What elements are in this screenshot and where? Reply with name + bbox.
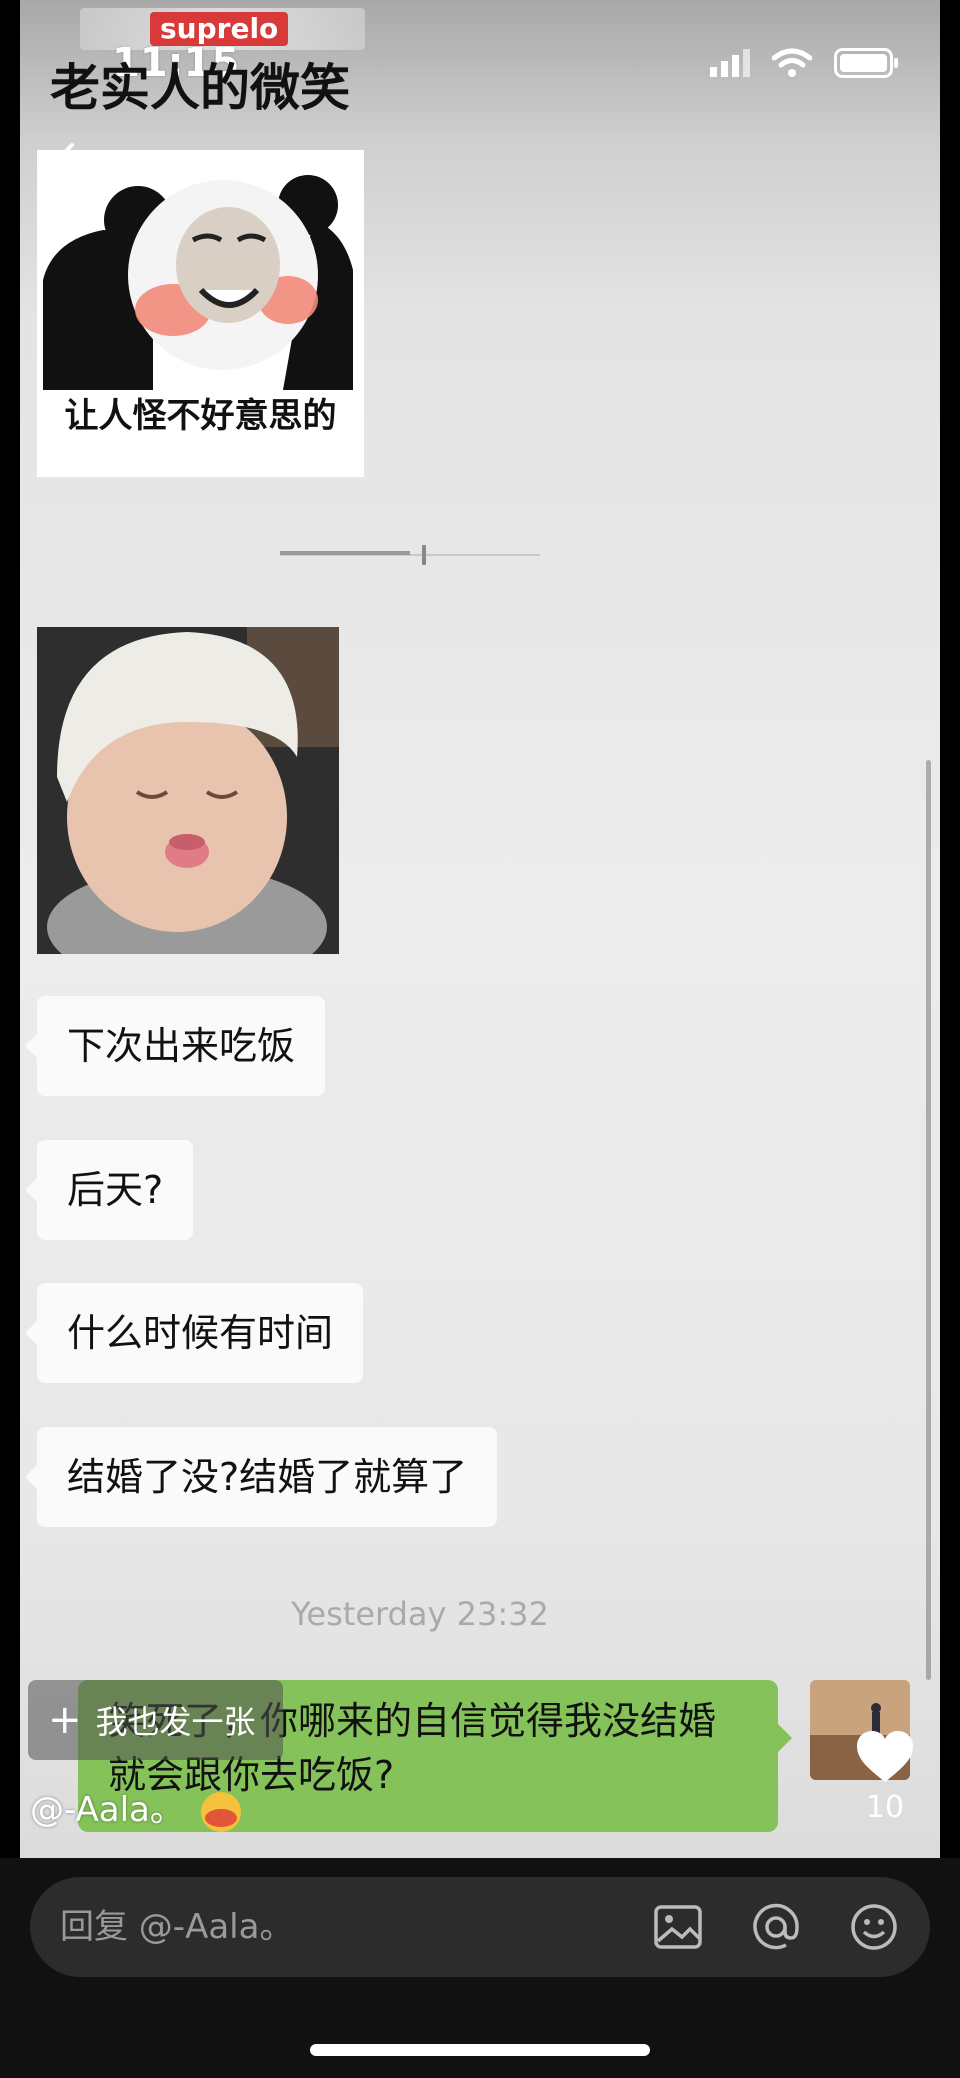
author-name: @-Aala。	[30, 1790, 184, 1830]
emoji-picker-icon[interactable]	[848, 1901, 900, 1953]
reply-input[interactable]: 回复 @-Aala。	[30, 1877, 930, 1977]
image-icon[interactable]	[652, 1901, 704, 1953]
incoming-message[interactable]: 结婚了没?结婚了就算了	[24, 1427, 498, 1527]
reply-button-label: 我也发一张	[95, 1703, 256, 1741]
post-title: 老实人的微笑	[50, 59, 350, 117]
reply-input-placeholder: 回复 @-Aala。	[60, 1907, 294, 1947]
heart-icon	[857, 1731, 913, 1782]
signal-icon	[710, 49, 750, 77]
battery-icon	[834, 48, 898, 78]
panda-sticker[interactable]: 让人怪不好意思的	[37, 150, 364, 477]
at-icon[interactable]	[750, 1901, 802, 1953]
author-tag[interactable]: @-Aala。	[30, 1782, 247, 1834]
emoji-icon	[200, 1791, 241, 1832]
incoming-message[interactable]: 下次出来吃饭	[24, 996, 326, 1096]
baby-image	[37, 627, 339, 954]
incoming-message[interactable]: 后天?	[24, 1140, 194, 1240]
incoming-message[interactable]: 什么时候有时间	[24, 1283, 364, 1383]
status-bar: suprelo 11:15 老实人的微笑	[20, 0, 940, 120]
baby-photo[interactable]	[37, 627, 339, 954]
divider-line	[280, 545, 540, 565]
status-icons	[710, 48, 900, 78]
sticker-caption: 让人怪不好意思的	[64, 396, 337, 436]
like-button[interactable]: 10	[850, 1730, 920, 1840]
panda-meme-image	[43, 160, 353, 390]
chat-timestamp: Yesterday 23:32	[291, 1595, 549, 1633]
reply-with-image-button[interactable]: + 我也发一张	[28, 1680, 283, 1760]
wifi-icon	[772, 48, 812, 77]
like-count: 10	[865, 1790, 905, 1825]
post-screen: suprelo 11:15 老实人的微笑 让人怪不好意思的 下次出来吃饭 后天?…	[20, 0, 940, 1858]
scrollbar[interactable]	[926, 760, 931, 1680]
plus-icon: +	[48, 1697, 82, 1743]
home-indicator[interactable]	[310, 2044, 650, 2056]
